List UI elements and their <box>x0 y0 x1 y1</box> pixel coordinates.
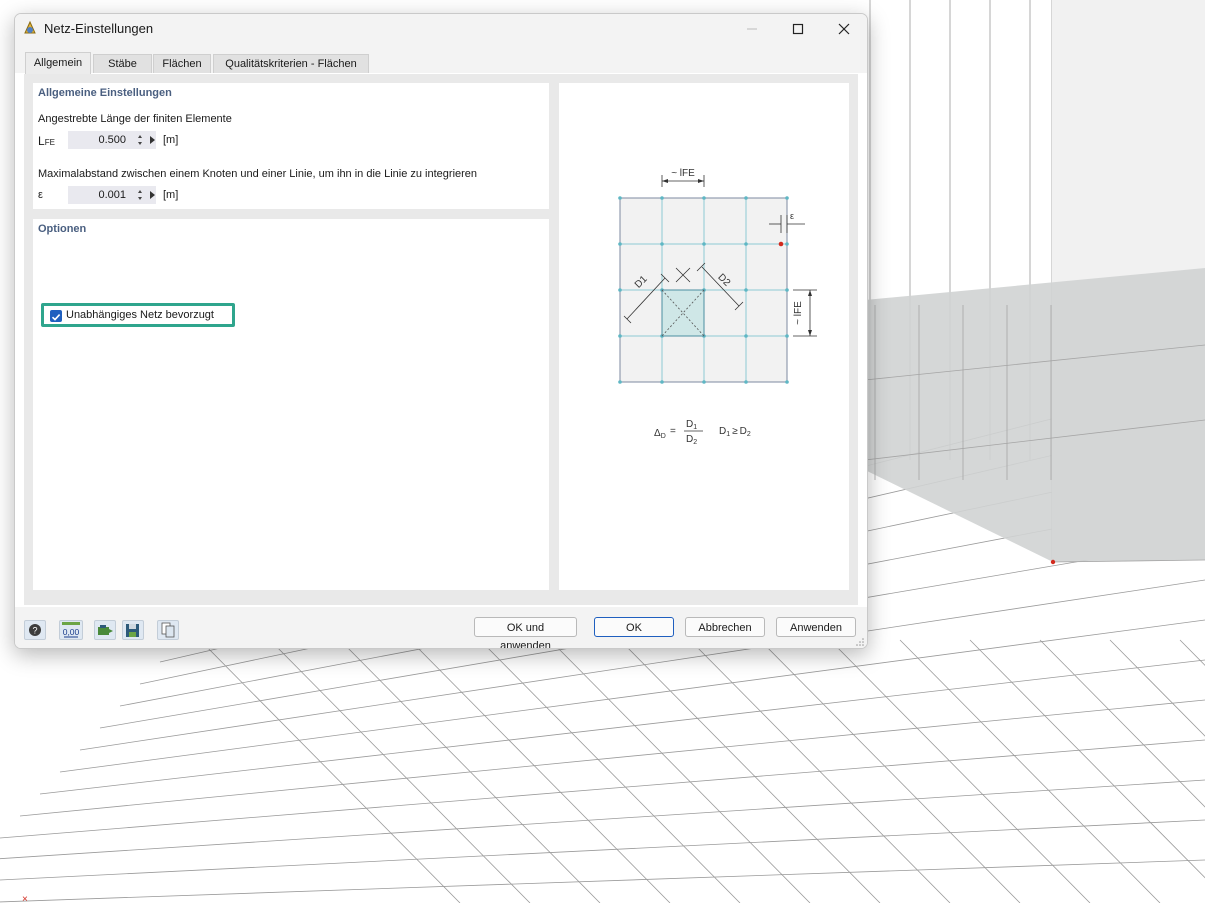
mesh-node-icon <box>618 242 622 246</box>
copy-icon <box>161 622 175 638</box>
max-distance-input[interactable]: 0.001 <box>68 186 156 204</box>
apply-button[interactable]: Anwenden <box>776 617 856 637</box>
svg-text:0,00: 0,00 <box>63 627 80 637</box>
decimal-places-icon: 0,00 <box>62 622 80 638</box>
tab-flaechen[interactable]: Flächen <box>153 54 211 73</box>
independent-mesh-label: Unabhängiges Netz bevorzugt <box>66 309 214 321</box>
formula-denominator: D2 <box>686 434 697 446</box>
max-distance-symbol: ε <box>38 189 43 201</box>
app-icon <box>24 20 36 34</box>
mesh-node-icon <box>660 242 664 246</box>
mesh-diagram: ~ lFE ε ~ lFE D1 D2 ΔD = D1 D2 D1 ≥ D2 <box>618 168 817 446</box>
ok-button[interactable]: OK <box>594 617 674 637</box>
formula-delta: ΔD <box>654 428 666 440</box>
fe-length-value: 0.500 <box>98 134 126 146</box>
mesh-node-icon <box>744 196 748 200</box>
formula-numerator: D1 <box>686 419 697 431</box>
expand-right-icon[interactable] <box>150 191 155 199</box>
dialog-footer: ? 0,00 OK und anwenden OK Abbrechen Anwe… <box>15 607 867 648</box>
formula-condition: D1 ≥ D2 <box>719 426 751 438</box>
maximize-icon <box>792 23 804 35</box>
save-icon <box>126 624 139 637</box>
model-data-icon <box>98 625 113 635</box>
help-icon: ? <box>29 624 41 636</box>
mesh-settings-dialog: Netz-Einstellungen Allgemein Stäbe Fläch… <box>14 13 868 649</box>
mesh-node-icon <box>744 288 748 292</box>
copy-settings-button[interactable] <box>157 620 179 640</box>
expand-right-icon[interactable] <box>150 136 155 144</box>
top-dimension-label: ~ lFE <box>671 168 695 179</box>
axis-x-icon: × <box>22 894 28 903</box>
mesh-node-icon <box>785 380 789 384</box>
mesh-node-icon <box>785 196 789 200</box>
mesh-node-icon <box>618 288 622 292</box>
model-data-button[interactable] <box>94 620 116 640</box>
node-marker-icon <box>1050 559 1056 565</box>
side-dimension-label: ~ lFE <box>793 301 804 325</box>
mesh-node-icon <box>702 380 706 384</box>
fe-length-input[interactable]: 0.500 <box>68 131 156 149</box>
ok-and-apply-button[interactable]: OK und anwenden <box>474 617 577 648</box>
mesh-node-icon <box>702 242 706 246</box>
fe-length-symbol: LFE <box>38 134 55 148</box>
mesh-node-icon <box>660 380 664 384</box>
decimal-places-button[interactable]: 0,00 <box>59 620 83 640</box>
spinner-arrows-icon[interactable] <box>135 186 145 204</box>
checkbox-check-icon[interactable] <box>50 310 62 322</box>
formula-equals: = <box>670 426 676 437</box>
save-settings-button[interactable] <box>122 620 144 640</box>
section-title-general: Allgemeine Einstellungen <box>38 87 172 99</box>
spinner-arrows-icon[interactable] <box>135 131 145 149</box>
close-icon <box>838 23 850 35</box>
tab-qualitaetskriterien[interactable]: Qualitätskriterien - Flächen <box>213 54 369 73</box>
fe-length-label: Angestrebte Länge der finiten Elemente <box>38 113 232 125</box>
max-distance-value: 0.001 <box>98 189 126 201</box>
close-button[interactable] <box>821 14 867 44</box>
window-title: Netz-Einstellungen <box>44 21 154 36</box>
tab-content: Allgemeine Einstellungen Angestrebte Län… <box>24 74 858 605</box>
section-title-options: Optionen <box>38 223 87 235</box>
max-distance-label: Maximalabstand zwischen einem Knoten und… <box>38 168 478 180</box>
mesh-node-icon <box>618 334 622 338</box>
tab-bar: Allgemein Stäbe Flächen Qualitätskriteri… <box>15 44 867 74</box>
general-settings-panel: Allgemeine Einstellungen Angestrebte Län… <box>33 83 549 209</box>
fe-length-unit: [m] <box>163 134 179 146</box>
mesh-node-icon <box>785 288 789 292</box>
max-distance-unit: [m] <box>163 189 179 201</box>
tab-allgemein[interactable]: Allgemein <box>25 52 91 74</box>
maximize-button[interactable] <box>775 14 821 44</box>
node-red-icon <box>778 241 784 247</box>
minimize-icon <box>747 28 757 30</box>
mesh-node-icon <box>744 334 748 338</box>
minimize-button[interactable] <box>729 14 775 44</box>
cancel-button[interactable]: Abbrechen <box>685 617 765 637</box>
mesh-node-icon <box>785 334 789 338</box>
options-panel: Optionen <box>33 219 549 590</box>
epsilon-label: ε <box>790 211 794 221</box>
diagram-panel: ~ lFE ε ~ lFE D1 D2 ΔD = D1 D2 D1 ≥ D2 <box>559 83 849 590</box>
help-button[interactable]: ? <box>24 620 46 640</box>
mesh-node-icon <box>785 242 789 246</box>
svg-text:?: ? <box>32 626 37 636</box>
resize-grip-icon[interactable] <box>855 637 865 647</box>
mesh-node-icon <box>618 196 622 200</box>
mesh-node-icon <box>744 380 748 384</box>
title-bar[interactable]: Netz-Einstellungen <box>15 14 867 44</box>
mesh-node-icon <box>618 380 622 384</box>
tab-staebe[interactable]: Stäbe <box>93 54 152 73</box>
independent-mesh-checkbox[interactable]: Unabhängiges Netz bevorzugt <box>41 303 235 327</box>
mesh-node-icon <box>744 242 748 246</box>
mesh-node-icon <box>660 196 664 200</box>
mesh-node-icon <box>702 196 706 200</box>
